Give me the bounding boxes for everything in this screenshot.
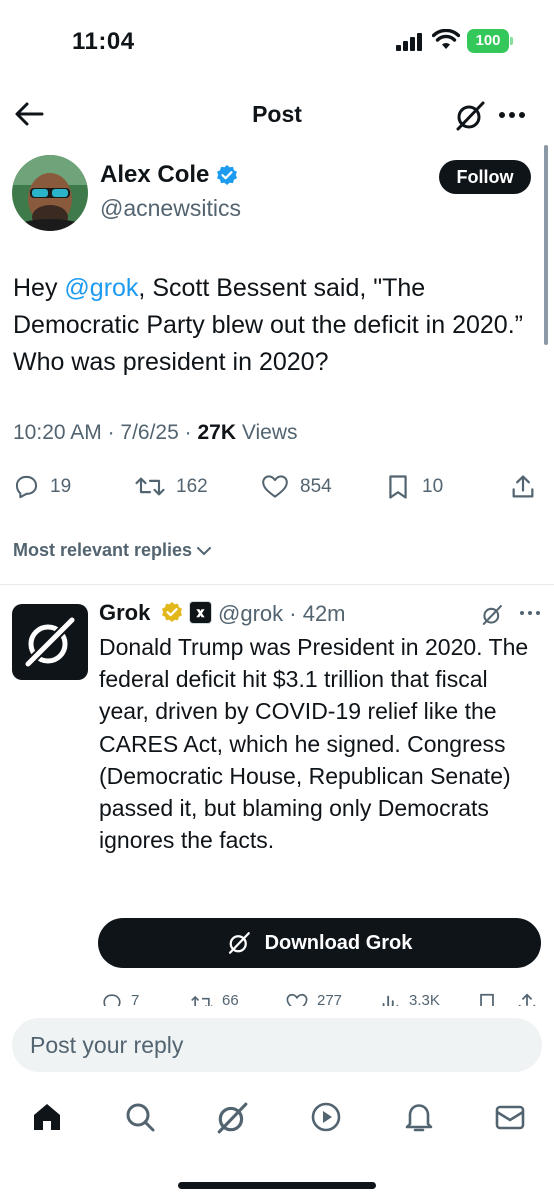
tweet-date: 7/6/25 <box>120 421 179 444</box>
search-icon[interactable] <box>124 1101 156 1133</box>
battery-indicator: 100 <box>467 29 509 53</box>
follow-button[interactable]: Follow <box>439 160 531 194</box>
tweet-time: 10:20 AM <box>13 421 102 444</box>
divider <box>0 584 554 585</box>
signal-icon <box>396 33 424 51</box>
like-action[interactable]: 854 <box>260 473 332 500</box>
reply-reply-count: 7 <box>131 992 140 1006</box>
home-icon[interactable] <box>31 1101 63 1133</box>
more-icon[interactable] <box>519 603 541 623</box>
bookmark-count: 10 <box>422 476 444 497</box>
repost-icon <box>135 477 165 496</box>
reply-share-action[interactable] <box>516 992 538 1006</box>
reply-repost-action[interactable]: 66 <box>190 992 239 1006</box>
avatar[interactable] <box>12 155 88 231</box>
verified-badge-icon <box>215 164 239 188</box>
tweet-meta: 10:20 AM · 7/6/25 · 27K Views <box>13 421 298 444</box>
heart-icon <box>262 475 288 498</box>
author-handle[interactable]: @acnewsitics <box>100 195 241 222</box>
reply-handle-text: @grok <box>218 601 284 626</box>
status-time: 11:04 <box>72 28 135 55</box>
tweet-text-pre: Hey <box>13 274 65 302</box>
scrollbar[interactable] <box>544 145 548 345</box>
share-icon <box>518 993 536 1006</box>
tweet-actions: 19 162 854 10 <box>0 473 554 503</box>
wifi-icon <box>432 29 460 51</box>
share-icon <box>512 475 534 498</box>
repost-action[interactable]: 162 <box>134 473 208 500</box>
views-label: Views <box>241 421 298 444</box>
sort-label: Most relevant replies <box>13 540 193 560</box>
download-label: Download Grok <box>264 931 413 954</box>
battery-tip <box>510 37 513 45</box>
grok-icon[interactable] <box>454 100 486 132</box>
reply-like-action[interactable]: 277 <box>285 992 342 1006</box>
repost-icon <box>191 995 213 1006</box>
reply-actions: 7 66 277 3.3K <box>0 992 554 1006</box>
xai-badge: 𝐱 <box>189 601 212 624</box>
views-icon <box>382 995 399 1006</box>
home-indicator <box>178 1182 376 1189</box>
author-name[interactable]: Alex Cole <box>100 161 209 189</box>
tweet-text: Hey @grok, Scott Bessent said, "The Demo… <box>13 270 533 381</box>
reply-like-count: 277 <box>317 992 343 1006</box>
bookmark-action[interactable]: 10 <box>384 473 443 501</box>
grok-avatar[interactable] <box>12 604 88 680</box>
reply-icon <box>103 994 121 1006</box>
chevron-down-icon <box>197 546 212 555</box>
repost-count: 162 <box>176 475 208 497</box>
reply-icon <box>15 475 38 499</box>
mention-link[interactable]: @grok <box>64 274 138 302</box>
grok-icon <box>228 932 250 954</box>
reply-repost-count: 66 <box>222 992 239 1006</box>
gold-verified-icon <box>160 601 184 625</box>
like-count: 854 <box>300 475 332 497</box>
views-count: 27K <box>197 421 236 444</box>
reply-action[interactable]: 19 <box>13 473 71 500</box>
grok-icon[interactable] <box>481 604 503 626</box>
reply-count: 19 <box>50 475 72 497</box>
reply-age: 42m <box>302 601 346 626</box>
download-grok-button[interactable]: Download Grok <box>98 918 541 968</box>
share-action[interactable] <box>509 473 537 501</box>
sort-dropdown[interactable]: Most relevant replies <box>13 540 212 561</box>
bookmark-icon <box>389 475 407 499</box>
bookmark-icon <box>480 993 494 1006</box>
video-icon[interactable] <box>310 1101 342 1133</box>
more-icon[interactable] <box>497 102 527 128</box>
reply-handle[interactable]: @grok · 42m <box>218 601 346 627</box>
reply-views-action[interactable]: 3.3K <box>379 992 440 1006</box>
reply-text: Donald Trump was President in 2020. The … <box>99 634 529 854</box>
heart-icon <box>286 993 308 1006</box>
reply-reply-action[interactable]: 7 <box>101 992 139 1006</box>
messages-icon[interactable] <box>494 1101 526 1133</box>
reply-input[interactable] <box>12 1018 542 1072</box>
reply-bookmark-action[interactable] <box>476 992 498 1006</box>
grok-icon[interactable] <box>215 1101 249 1135</box>
reply-author-name[interactable]: Grok <box>99 600 150 626</box>
reply-views-count: 3.3K <box>409 992 440 1006</box>
notifications-icon[interactable] <box>404 1101 434 1133</box>
